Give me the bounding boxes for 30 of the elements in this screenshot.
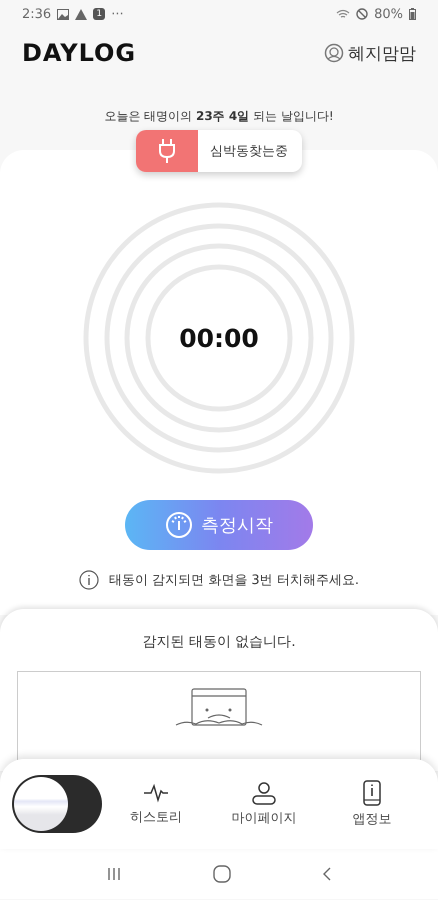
blocked-icon [356,8,368,20]
info-icon [79,570,100,590]
notification-badge: 1 [93,8,106,20]
back-icon[interactable] [322,866,332,882]
battery-icon [409,8,416,20]
home-icon[interactable] [212,865,231,883]
greeting-text: 오늘은 태명이의 23주 4일 되는 날입니다! [103,108,335,125]
plug-icon [158,138,176,164]
status-time: 2:36 [22,6,52,22]
wifi-icon [336,8,350,20]
timer-text: 00:00 [179,324,259,353]
app-logo: DAYLOG [22,39,136,67]
phone-info-icon [363,780,381,806]
warning-icon [75,8,88,20]
more-notifications: ··· [111,6,124,22]
nav-tab[interactable]: 히스토리 [102,782,210,826]
user-name: 혜지맘맘 [348,42,416,64]
avatar-icon [324,43,344,63]
heartbeat-icon [143,782,169,804]
gauge-icon [165,511,193,539]
recent-apps-icon[interactable] [106,866,122,882]
person-icon [251,781,277,805]
hint-text: 태동이 감지되면 화면을 3번 터치해주세요. [109,572,359,589]
battery-percent: 80% [374,6,403,22]
nav-tab[interactable]: 마이페이지 [210,781,318,827]
connection-badge[interactable]: 심박동찾는중 [136,130,302,172]
connection-status: 심박동찾는중 [209,143,289,161]
nav-tab[interactable]: 앱정보 [318,780,426,828]
image-icon [57,8,70,20]
empty-message: 감지된 태동이 없습니다. [141,633,297,652]
